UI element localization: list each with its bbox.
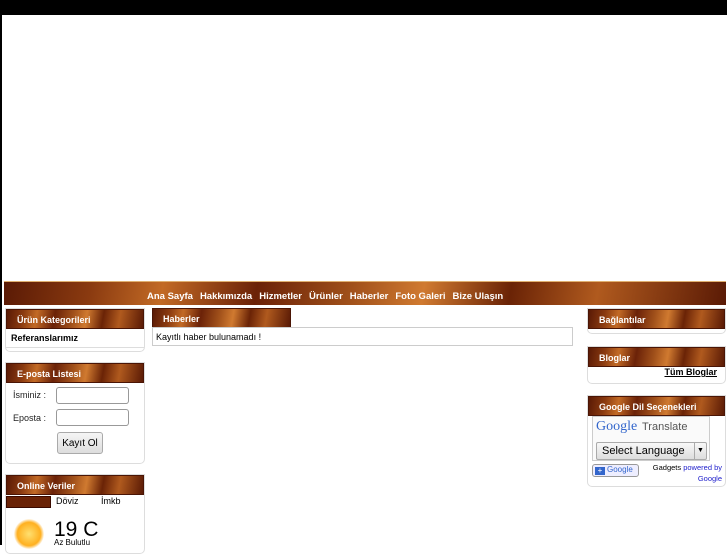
- tab-currency[interactable]: Döviz: [51, 496, 96, 508]
- main-nav: Ana Sayfa Hakkımızda Hizmetler Ürünler H…: [4, 281, 726, 305]
- news-panel: Haberler Kayıtlı haber bulunamadı !: [152, 308, 573, 346]
- subscribe-button[interactable]: Kayıt Ol: [57, 432, 103, 454]
- chevron-down-icon: ▼: [694, 443, 706, 459]
- email-input[interactable]: [56, 409, 129, 426]
- nav-contact[interactable]: Bize Ulaşın: [453, 291, 504, 302]
- gadgets-credit: Gadgets powered by Google: [653, 462, 722, 484]
- google-link[interactable]: Google: [698, 474, 722, 483]
- language-select[interactable]: Select Language ▼: [596, 442, 707, 460]
- add-label: Google: [607, 465, 633, 474]
- select-value: Select Language: [602, 445, 685, 457]
- translate-panel: Google Dil Seçenekleri Google Translate …: [587, 395, 726, 487]
- panel-title: Online Veriler: [6, 475, 144, 495]
- tab-weather[interactable]: Hava: [6, 496, 51, 508]
- mailing-list-panel: E-posta Listesi İsminiz : Eposta : Kayıt…: [5, 362, 145, 464]
- panel-title: Haberler: [152, 308, 291, 328]
- email-label: Eposta :: [13, 413, 47, 423]
- nav-about[interactable]: Hakkımızda: [200, 291, 252, 302]
- gadgets-link[interactable]: Gadgets: [653, 463, 681, 472]
- top-bar: [2, 0, 727, 15]
- name-input[interactable]: [56, 387, 129, 404]
- translate-label: Translate: [642, 421, 688, 433]
- google-logo: Google: [596, 419, 638, 434]
- panel-title: Bağlantılar: [588, 309, 725, 329]
- panel-title: E-posta Listesi: [6, 363, 144, 383]
- all-blogs-link[interactable]: Tüm Bloglar: [664, 367, 717, 377]
- panel-title: Ürün Kategorileri: [6, 309, 144, 329]
- plus-icon: +: [595, 467, 605, 475]
- google-translate-widget: Google Translate Select Language ▼: [592, 416, 710, 461]
- nav-gallery[interactable]: Foto Galeri: [395, 291, 445, 302]
- panel-title: Bloglar: [588, 347, 725, 367]
- add-to-google-button[interactable]: + Google: [592, 464, 639, 477]
- weather-condition: Az Bulutlu: [54, 538, 91, 547]
- news-message: Kayıtlı haber bulunamadı !: [152, 327, 573, 346]
- tab-stock[interactable]: İmkb: [96, 496, 141, 508]
- nav-products[interactable]: Ürünler: [309, 291, 343, 302]
- online-data-panel: Online Veriler Hava Döviz İmkb 19 C Az B…: [5, 474, 145, 554]
- nav-home[interactable]: Ana Sayfa: [147, 291, 193, 302]
- nav-services[interactable]: Hizmetler: [259, 291, 302, 302]
- links-panel: Bağlantılar: [587, 308, 726, 334]
- category-item[interactable]: Referanslarımız: [6, 329, 144, 348]
- blogs-panel: Bloglar Tüm Bloglar: [587, 346, 726, 384]
- panel-title: Google Dil Seçenekleri: [588, 396, 725, 416]
- categories-panel: Ürün Kategorileri Referanslarımız: [5, 308, 145, 352]
- powered-by-text: powered by: [683, 463, 722, 472]
- nav-news[interactable]: Haberler: [350, 291, 389, 302]
- name-label: İsminiz :: [13, 390, 47, 400]
